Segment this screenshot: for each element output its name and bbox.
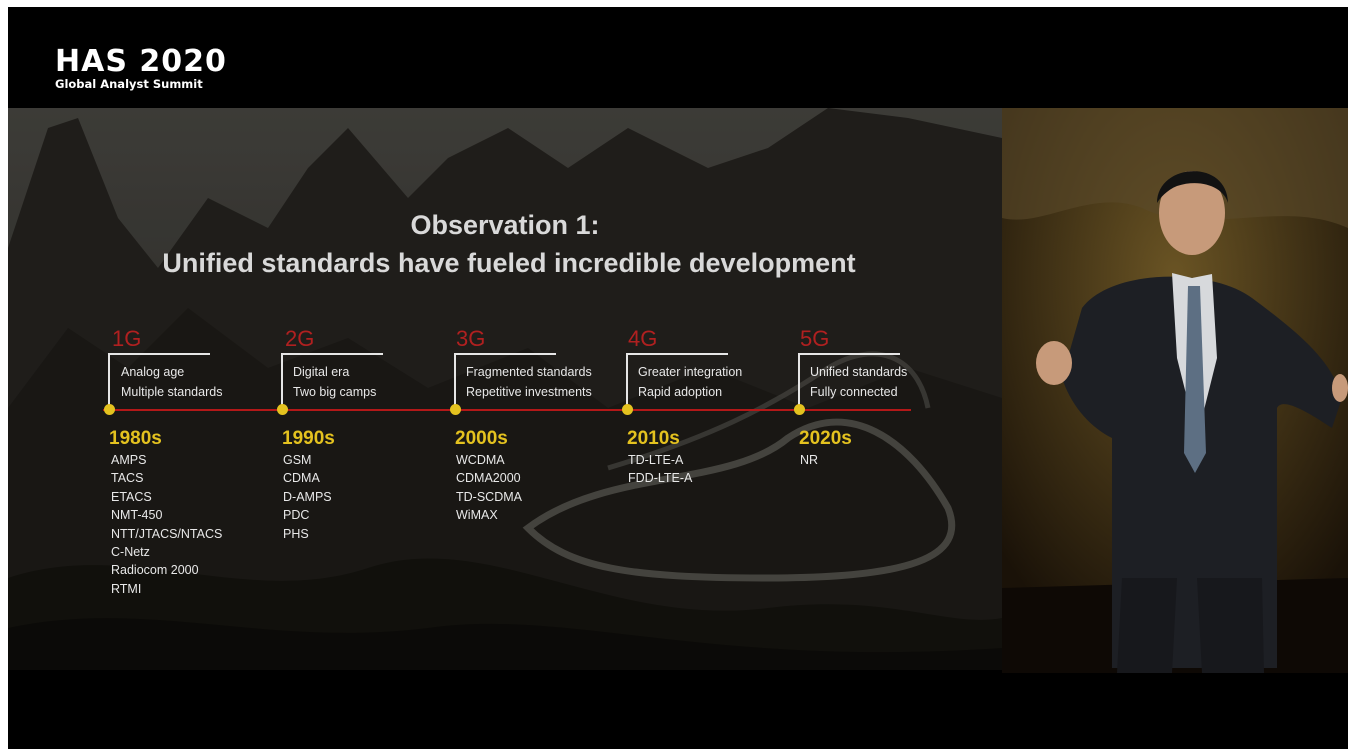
generation-label-3g: 3G <box>456 326 486 351</box>
standards-list-5g: NR <box>800 451 818 469</box>
standard-item: WiMAX <box>456 508 498 523</box>
standard-item: RTMI <box>111 581 142 596</box>
timeline-dot-5g <box>794 404 805 415</box>
generation-desc-1g: Analog age Multiple standards <box>121 365 223 399</box>
timeline-dot-1g <box>104 404 115 415</box>
event-logo: HAS 2020 Global Analyst Summit <box>55 44 227 92</box>
decade-label-1980s: 1980s <box>109 428 162 449</box>
generation-desc-4g: Greater integration Rapid adoption <box>638 365 743 399</box>
decade-label-2000s: 2000s <box>455 428 508 449</box>
speaker-image <box>1002 108 1348 673</box>
standard-item: GSM <box>283 453 312 467</box>
generation-label-5g: 5G <box>800 326 830 351</box>
standards-list-1g: AMPS TACS ETACS NMT-450 NTT/JTACS/NTACS … <box>111 451 222 598</box>
standard-item: AMPS <box>111 453 147 467</box>
event-subtitle: Global Analyst Summit <box>55 77 203 91</box>
decade-label-2010s: 2010s <box>627 428 680 449</box>
standards-list-4g: TD-LTE-A FDD-LTE-A <box>628 451 692 488</box>
speaker-video-feed <box>1002 108 1348 673</box>
standard-item: NTT/JTACS/NTACS <box>111 526 223 541</box>
standard-item: PHS <box>283 526 309 541</box>
standard-item: CDMA <box>283 471 320 486</box>
decade-label-1990s: 1990s <box>282 428 335 449</box>
standard-item: ETACS <box>111 489 152 504</box>
generation-label-1g: 1G <box>112 326 142 351</box>
timeline-dot-3g <box>450 404 461 415</box>
slide-title-line2: Unified standards have fueled incredible… <box>162 248 856 278</box>
standard-item: D-AMPS <box>283 489 332 504</box>
standards-list-2g: GSM CDMA D-AMPS PDC PHS <box>283 451 332 543</box>
event-title: HAS 2020 <box>55 44 227 79</box>
standard-item: CDMA2000 <box>456 471 521 486</box>
timeline-dot-4g <box>622 404 633 415</box>
generation-label-4g: 4G <box>628 326 658 351</box>
standard-item: Radiocom 2000 <box>111 563 199 578</box>
standard-item: TACS <box>111 471 144 486</box>
generation-desc-3g: Fragmented standards Repetitive investme… <box>466 365 592 399</box>
standards-list-3g: WCDMA CDMA2000 TD-SCDMA WiMAX <box>456 451 522 525</box>
standard-item: PDC <box>283 508 310 523</box>
standard-item: WCDMA <box>456 453 505 467</box>
generation-desc-2g: Digital era Two big camps <box>293 365 377 399</box>
standard-item: TD-SCDMA <box>456 489 522 504</box>
standard-item: FDD-LTE-A <box>628 471 693 486</box>
standard-item: TD-LTE-A <box>628 453 684 467</box>
generation-label-2g: 2G <box>285 326 315 351</box>
standard-item: NMT-450 <box>111 508 163 523</box>
standard-item: NR <box>800 453 819 467</box>
presentation-slide: Observation 1: Unified standards have fu… <box>8 108 1002 670</box>
slide-title-line1: Observation 1: <box>410 210 600 240</box>
video-frame[interactable]: HAS 2020 Global Analyst Summit Observati… <box>8 7 1348 749</box>
timeline-line <box>103 409 911 411</box>
timeline-dot-2g <box>277 404 288 415</box>
generation-desc-5g: Unified standards Fully connected <box>810 365 908 399</box>
standard-item: C-Netz <box>111 545 150 560</box>
decade-label-2020s: 2020s <box>799 428 852 449</box>
